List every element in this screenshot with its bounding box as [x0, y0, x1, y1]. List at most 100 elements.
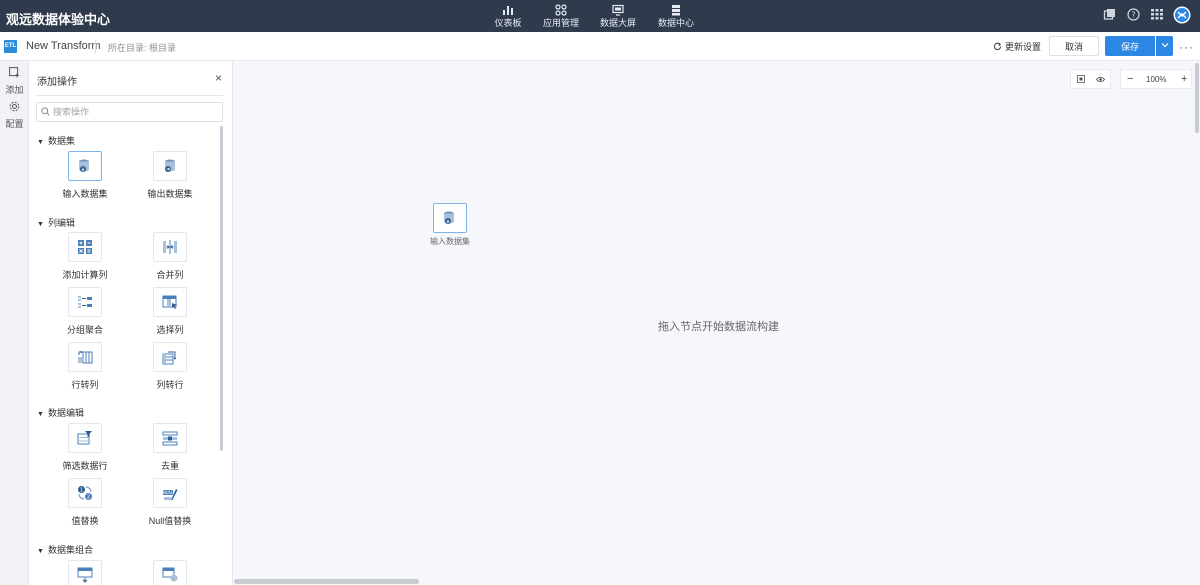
canvas-vertical-scrollbar[interactable]: [1195, 63, 1199, 133]
op-label: 添加计算列: [62, 270, 108, 280]
node-tile: [433, 203, 467, 233]
nav-data-center[interactable]: 数据中心: [646, 3, 706, 29]
canvas-node-input-dataset[interactable]: 输入数据集: [430, 203, 470, 247]
section-title: 数据编辑: [47, 408, 84, 418]
zoom-in-button[interactable]: +: [1181, 73, 1187, 85]
rail-add[interactable]: 添加: [0, 67, 29, 96]
op-filter-rows[interactable]: 筛选数据行: [50, 423, 120, 472]
nav-data-screen[interactable]: 数据大屏: [588, 3, 648, 29]
database-icon: [672, 5, 680, 16]
svg-text:?: ?: [1131, 11, 1135, 20]
save-button[interactable]: 保存: [1105, 36, 1155, 56]
notifications-icon[interactable]: [1103, 8, 1116, 21]
nav-label: 仪表板: [494, 18, 522, 28]
left-rail: 添加 配置: [0, 61, 29, 585]
search-input[interactable]: [53, 104, 218, 120]
section-dataset[interactable]: ▼ 数据集: [37, 134, 75, 147]
zoom-out-button[interactable]: −: [1127, 73, 1133, 85]
empty-canvas-hint: 拖入节点开始数据流构建: [658, 321, 779, 333]
filter-rows-icon: [77, 431, 92, 445]
op-label: 输出数据集: [147, 189, 193, 199]
update-settings-button[interactable]: 更新设置: [993, 40, 1041, 53]
op-label: 选择列: [156, 325, 184, 335]
op-row-to-column[interactable]: 行转列: [50, 342, 120, 391]
panel-title: 添加操作: [37, 77, 77, 88]
fit-view-icon: [1076, 75, 1085, 83]
op-label: 输入数据集: [62, 189, 108, 199]
op-select-columns[interactable]: 选择列: [135, 287, 205, 336]
op-group-aggregate[interactable]: 分组聚合: [50, 287, 120, 336]
apps-icon: [555, 4, 567, 16]
op-combine-1[interactable]: [50, 560, 120, 585]
op-input-dataset[interactable]: 输入数据集: [50, 151, 120, 200]
nav-app-management[interactable]: 应用管理: [531, 3, 591, 29]
op-output-dataset[interactable]: 输出数据集: [135, 151, 205, 200]
more-options-button[interactable]: ···: [1179, 40, 1194, 54]
op-add-calculated-column[interactable]: 添加计算列: [50, 232, 120, 281]
search-box: [36, 102, 223, 122]
group-aggregate-icon: [78, 296, 92, 308]
transform-title[interactable]: New Transform: [26, 40, 101, 52]
op-label: 列转行: [156, 380, 184, 390]
refresh-icon: [993, 42, 1002, 51]
rail-config[interactable]: 配置: [0, 101, 29, 130]
caret-down-icon: ▼: [37, 221, 44, 228]
canvas-horizontal-scrollbar[interactable]: [234, 579, 419, 584]
row-to-column-icon: [78, 350, 93, 364]
caret-down-icon: ▼: [37, 411, 44, 418]
update-settings-label: 更新设置: [1005, 42, 1042, 52]
nav-label: 数据大屏: [599, 18, 636, 28]
op-label: 筛选数据行: [62, 461, 108, 471]
section-data-edit[interactable]: ▼ 数据编辑: [37, 406, 84, 419]
op-merge-columns[interactable]: 合并列: [135, 232, 205, 281]
transform-toolbar: ETL New Transform 所在目录: 根目录 更新设置 取消 保存 ·…: [0, 32, 1200, 61]
directory-location: 所在目录: 根目录: [108, 43, 177, 53]
op-tile: [68, 287, 102, 317]
op-tile: [153, 560, 187, 585]
preview-button[interactable]: [1091, 70, 1111, 88]
add-operation-panel: 添加操作 × ▼数据集 输入数据集 输出数据集 ▼列编辑 添加计算列 合并列: [29, 61, 233, 585]
op-deduplicate[interactable]: 去重: [135, 423, 205, 472]
op-tile: [68, 151, 102, 181]
bar-chart-icon: [503, 6, 513, 15]
op-tile: [68, 423, 102, 453]
cancel-button[interactable]: 取消: [1049, 36, 1099, 56]
op-value-replace[interactable]: 12 值替换: [50, 478, 120, 527]
calculator-icon: [78, 240, 92, 254]
op-label: 行转列: [71, 380, 99, 390]
flow-canvas[interactable]: − 100% + 输入数据集 拖入节点开始数据流构建: [234, 61, 1200, 585]
output-dataset-icon: [165, 159, 175, 172]
node-label: 输入数据集: [430, 237, 470, 246]
union-icon: [77, 567, 93, 583]
panel-scrollbar[interactable]: [220, 126, 223, 451]
close-icon[interactable]: ×: [215, 71, 222, 85]
divider: [36, 95, 223, 96]
op-label: 值替换: [71, 516, 99, 526]
brand-title: 观远数据体验中心: [6, 12, 111, 27]
grid-menu-icon[interactable]: [1151, 8, 1163, 20]
help-icon[interactable]: ?: [1127, 8, 1140, 21]
op-tile: [153, 287, 187, 317]
op-combine-2[interactable]: [135, 560, 205, 585]
op-tile: [153, 232, 187, 262]
op-column-to-row[interactable]: 列转行: [135, 342, 205, 391]
screen-icon: [612, 4, 624, 16]
op-tile: [153, 151, 187, 181]
merge-columns-icon: [163, 240, 177, 254]
section-title: 数据集组合: [47, 545, 93, 555]
section-dataset-combine[interactable]: ▼ 数据集组合: [37, 543, 93, 556]
section-column-edit[interactable]: ▼ 列编辑: [37, 216, 75, 229]
eye-icon: [1095, 76, 1105, 82]
op-null-replace[interactable]: NULL Null值替换: [135, 478, 205, 527]
caret-down-icon: ▼: [37, 139, 44, 146]
nav-dashboard[interactable]: 仪表板: [478, 3, 538, 29]
deduplicate-icon: [162, 431, 178, 446]
fit-view-button[interactable]: [1071, 70, 1091, 88]
svg-text:1: 1: [80, 487, 83, 493]
rail-config-label: 配置: [5, 119, 24, 129]
svg-text:NULL: NULL: [163, 490, 174, 495]
zoom-control: − 100% +: [1120, 69, 1192, 89]
avatar[interactable]: [1173, 6, 1191, 24]
save-dropdown-button[interactable]: [1156, 36, 1173, 56]
nav-label: 数据中心: [657, 18, 694, 28]
